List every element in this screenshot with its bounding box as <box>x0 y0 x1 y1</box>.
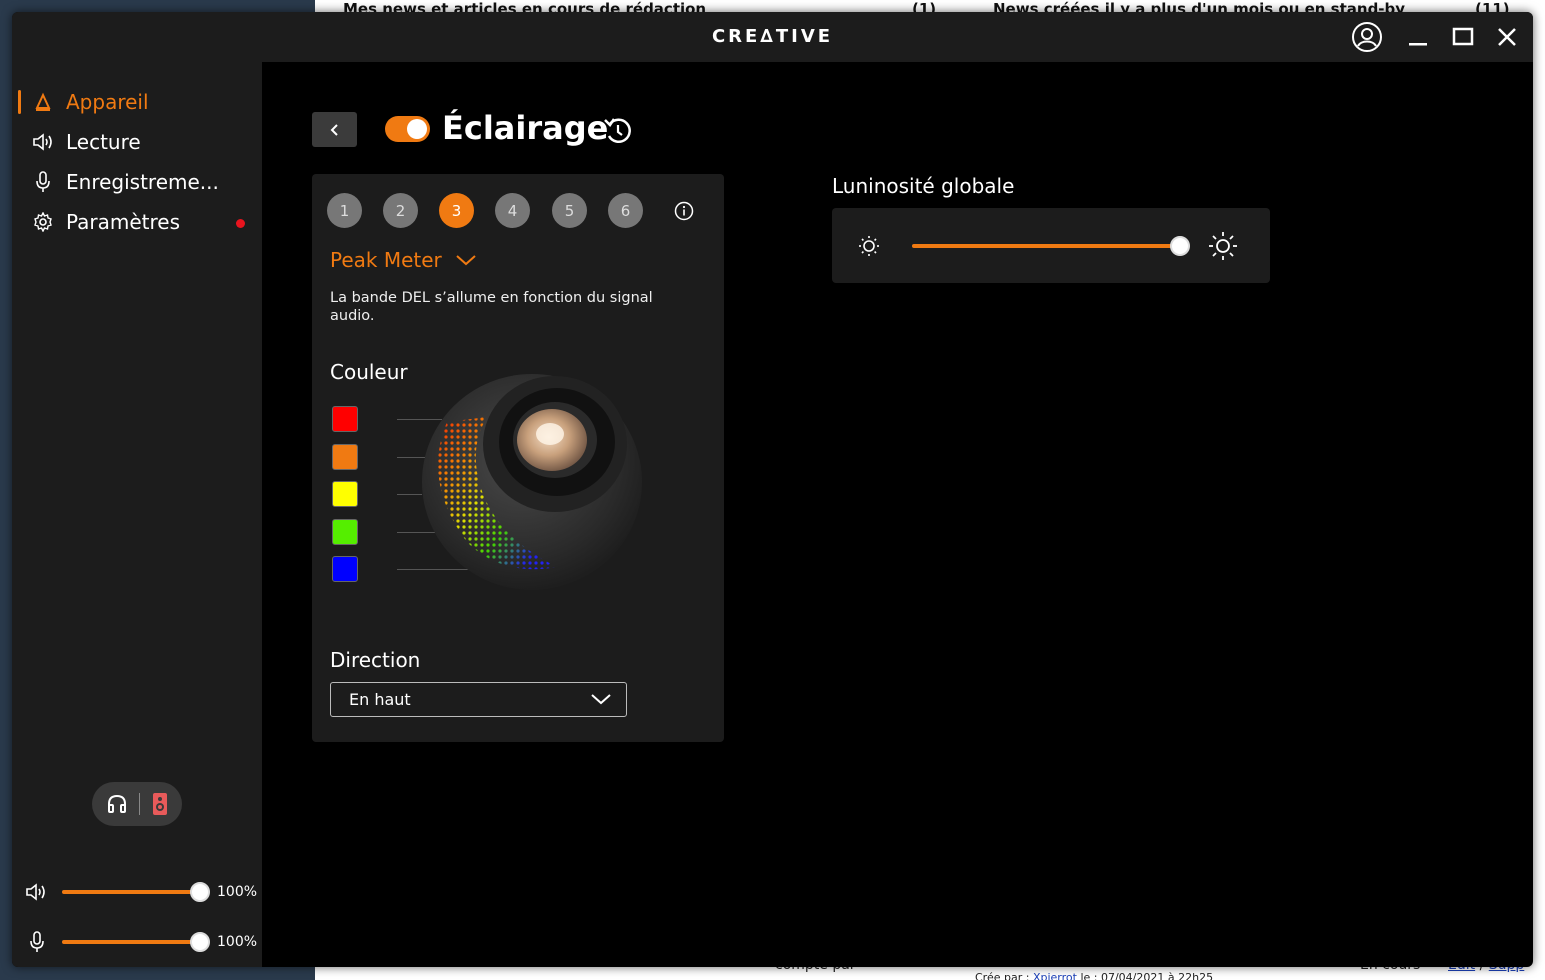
mic-volume-value: 100% <box>217 934 258 950</box>
mic-volume-thumb[interactable] <box>190 932 210 952</box>
minimize-button[interactable] <box>1400 22 1436 52</box>
playback-volume-row: 100% <box>24 877 259 907</box>
chevron-down-icon <box>591 694 611 705</box>
maximize-icon <box>1452 27 1474 46</box>
sidebar-item-appareil[interactable]: Appareil <box>18 85 257 119</box>
brightness-slider[interactable] <box>912 244 1182 248</box>
sidebar-item-label: Lecture <box>66 130 141 154</box>
effect-description: La bande DEL s’allume en fonction du sig… <box>330 290 653 324</box>
effect-label: Peak Meter <box>330 248 442 272</box>
bg-author-link[interactable]: Xpierrot <box>1033 971 1077 980</box>
microphone-icon <box>32 171 54 193</box>
sidebar-item-parametres[interactable]: Paramètres <box>32 205 257 239</box>
active-indicator <box>18 90 21 114</box>
preset-5[interactable]: 5 <box>552 193 587 228</box>
speaker-icon <box>24 883 50 901</box>
sidebar: Appareil Lecture Enregistreme... Paramèt… <box>12 62 262 967</box>
sidebar-item-label: Enregistreme... <box>66 170 219 194</box>
color-swatch-1[interactable] <box>332 406 358 432</box>
preset-1[interactable]: 1 <box>327 193 362 228</box>
sidebar-item-enregistrement[interactable]: Enregistreme... <box>32 165 257 199</box>
notification-dot <box>236 219 245 228</box>
preset-3[interactable]: 3 <box>439 193 474 228</box>
speakers-icon[interactable] <box>151 792 169 816</box>
device-icon <box>32 91 54 113</box>
info-icon[interactable] <box>674 201 694 221</box>
lighting-panel: 1 2 3 4 5 6 Peak Meter La bande DEL s’al… <box>312 174 724 742</box>
color-title: Couleur <box>330 360 408 384</box>
minimize-icon <box>1409 43 1427 46</box>
brightness-low-icon <box>859 236 879 256</box>
playback-volume-value: 100% <box>217 884 258 900</box>
mic-volume-row: 100% <box>24 927 259 957</box>
app-window: CRE∆TIVE Appareil Lecture Enregistreme..… <box>12 12 1533 967</box>
bg-created-by: Crée par : Xpierrot le : 07/04/2021 à 22… <box>975 971 1213 980</box>
output-switch[interactable] <box>92 782 182 826</box>
account-button[interactable] <box>1349 22 1385 52</box>
mic-volume-slider[interactable] <box>62 932 210 952</box>
toggle-knob <box>407 119 427 139</box>
playback-volume-slider[interactable] <box>62 882 210 902</box>
chevron-down-icon <box>456 255 476 266</box>
color-swatch-5[interactable] <box>332 556 358 582</box>
maximize-button[interactable] <box>1445 22 1481 52</box>
color-swatch-4[interactable] <box>332 519 358 545</box>
brightness-panel <box>832 208 1270 283</box>
preset-6[interactable]: 6 <box>608 193 643 228</box>
brightness-title: Luninosité globale <box>832 174 1015 198</box>
color-swatch-2[interactable] <box>332 444 358 470</box>
switch-separator <box>138 793 140 815</box>
close-button[interactable] <box>1489 22 1525 52</box>
preset-4[interactable]: 4 <box>495 193 530 228</box>
user-icon <box>1352 22 1382 52</box>
direction-dropdown[interactable]: En haut <box>330 682 627 717</box>
preset-2[interactable]: 2 <box>383 193 418 228</box>
page-title: Éclairage <box>442 109 609 147</box>
color-swatch-3[interactable] <box>332 481 358 507</box>
effect-select[interactable]: Peak Meter <box>330 248 478 272</box>
close-icon <box>1498 28 1516 46</box>
lighting-toggle[interactable] <box>385 116 430 142</box>
sidebar-item-label: Appareil <box>66 90 149 114</box>
direction-value: En haut <box>349 690 411 709</box>
sidebar-item-lecture[interactable]: Lecture <box>32 125 257 159</box>
brightness-high-icon <box>1209 232 1237 260</box>
back-button[interactable] <box>312 112 357 147</box>
sidebar-item-label: Paramètres <box>66 210 181 234</box>
microphone-icon <box>24 931 50 953</box>
speaker-icon <box>32 131 54 153</box>
brand-logo: CRE∆TIVE <box>711 26 834 47</box>
speaker-image <box>422 374 642 590</box>
gear-icon <box>32 211 54 233</box>
direction-title: Direction <box>330 648 421 672</box>
headphones-icon[interactable] <box>106 793 128 815</box>
reset-icon[interactable] <box>601 114 635 148</box>
playback-volume-thumb[interactable] <box>190 882 210 902</box>
chevron-left-icon <box>330 123 338 136</box>
brightness-thumb[interactable] <box>1170 236 1190 256</box>
title-bar[interactable]: CRE∆TIVE <box>12 12 1533 62</box>
